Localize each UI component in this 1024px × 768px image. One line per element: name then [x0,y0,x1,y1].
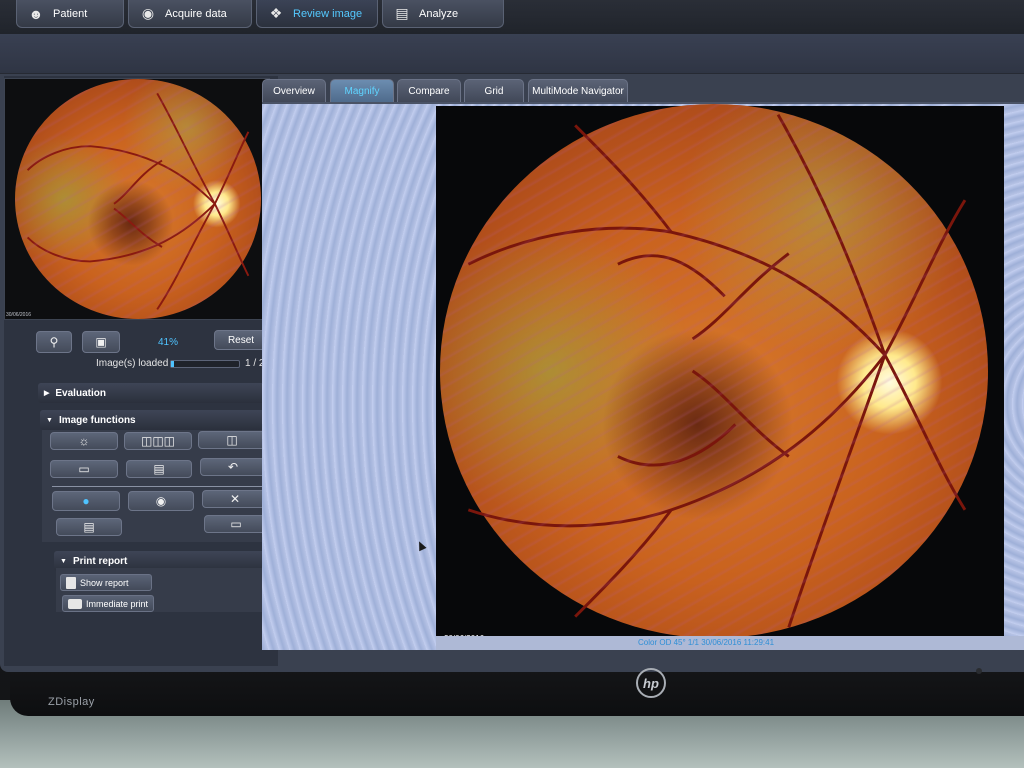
layers-icon: ▭ [78,462,90,476]
undo-button[interactable]: ↶ [200,458,266,476]
section-evaluation[interactable]: ▶ Evaluation [38,383,270,403]
color-channel-button[interactable]: ● [52,491,120,511]
hide-overlay-button[interactable]: ✕ [202,490,268,508]
section-label: Print report [72,555,128,567]
nav-tab-analyze[interactable]: ▤ Analyze [382,0,504,28]
show-report-label: Show report [80,577,129,588]
tab-label: Compare [408,85,450,97]
tab-label: Magnify [344,85,380,97]
show-report-button[interactable]: Show report [60,574,152,591]
tab-label: Grid [484,85,504,97]
divider [52,486,268,487]
brightness-button[interactable]: ☼ [50,432,118,450]
retinal-vessels-icon [467,113,967,628]
tab-compare[interactable]: Compare [397,79,461,102]
tab-label: MultiMode Navigator [532,85,624,97]
stack-icon: ▤ [153,462,165,476]
reset-button[interactable]: Reset [214,330,268,350]
section-label: Image functions [58,414,136,426]
printer-icon [68,598,82,609]
delete-button[interactable]: ▭ [204,515,268,533]
stack-button[interactable]: ▤ [126,460,192,478]
magnified-image-canvas[interactable] [436,104,1004,638]
tab-label: Overview [273,85,315,97]
undo-icon: ↶ [227,460,239,474]
section-label: Evaluation [55,387,106,399]
annotation-icon: ▤ [83,520,95,534]
thumbnail-box[interactable] [4,78,270,320]
analyze-icon: ▤ [395,5,409,21]
images-loaded-progress [170,360,240,368]
tab-multimode-navigator[interactable]: MultiMode Navigator [528,79,628,102]
monitor-bottom-bezel [10,672,1024,716]
nav-tab-label: Patient [53,7,88,20]
hp-logo-text: hp [643,675,659,691]
reset-label: Reset [227,334,255,346]
filmstrip-button[interactable]: ◫◫◫ [124,432,192,450]
caret-down-icon: ▼ [46,416,53,424]
immediate-print-label: Immediate print [86,598,149,609]
document-icon [66,576,76,589]
camera-icon: ◉ [141,5,155,21]
split-view-icon: ◫ [226,433,238,447]
zoom-percentage: 41% [158,337,179,348]
top-navigation: ☻ Patient ◉ Acquire data ❖ Review image … [0,0,1024,34]
nav-tab-label: Analyze [419,7,459,20]
fundus-thumbnail [15,79,261,319]
magnifier-icon: ⚲ [49,335,59,349]
thumbnail-date: 30/06/2016 [6,312,32,318]
zoom-fit-button[interactable]: ⚲ [36,331,72,353]
resize-icon: ▣ [95,335,107,349]
brightness-icon: ☼ [78,434,90,448]
images-loaded-label: Image(s) loaded [96,358,169,369]
trash-icon: ▭ [230,517,242,531]
nav-tab-label: Review image [293,7,363,20]
caret-right-icon: ▶ [44,390,50,397]
power-led-icon [976,668,982,674]
hp-logo: hp [636,668,666,698]
nav-tab-review-image[interactable]: ❖ Review image [256,0,378,28]
nav-tab-label: Acquire data [165,7,227,20]
progress-fill [171,361,175,367]
vessel-map-icon [26,92,250,310]
color-circle-icon: ● [82,494,90,508]
patient-icon: ☻ [28,5,44,22]
immediate-print-button[interactable]: Immediate print [62,595,154,612]
tab-grid[interactable]: Grid [464,79,524,102]
split-view-button[interactable]: ◫ [198,431,266,449]
nav-tab-patient[interactable]: ☻ Patient [16,0,124,28]
annotation-button[interactable]: ▤ [56,518,122,536]
tab-magnify[interactable]: Magnify [330,79,394,102]
monitor-model-label: ZDisplay [48,696,95,708]
eye-off-icon: ✕ [229,492,241,506]
image-status-text: Color OD 45° 1/1 30/06/2016 11:29:41 [638,638,775,647]
zoom-window-button[interactable]: ▣ [82,331,120,353]
fundus-image [440,104,988,638]
layers-button[interactable]: ▭ [50,460,118,478]
nav-tab-acquire-data[interactable]: ◉ Acquire data [128,0,252,28]
section-image-functions[interactable]: ▼ Image functions [40,410,270,430]
screen: ☻ Patient ◉ Acquire data ❖ Review image … [0,0,1024,672]
filmstrip-icon: ◫◫◫ [140,434,175,448]
eye-icon: ◉ [155,494,167,508]
view-eye-button[interactable]: ◉ [128,491,194,511]
tab-overview[interactable]: Overview [262,79,326,102]
toolbar-strip [0,34,1024,74]
caret-down-icon: ▼ [60,557,67,565]
review-icon: ❖ [269,5,283,21]
